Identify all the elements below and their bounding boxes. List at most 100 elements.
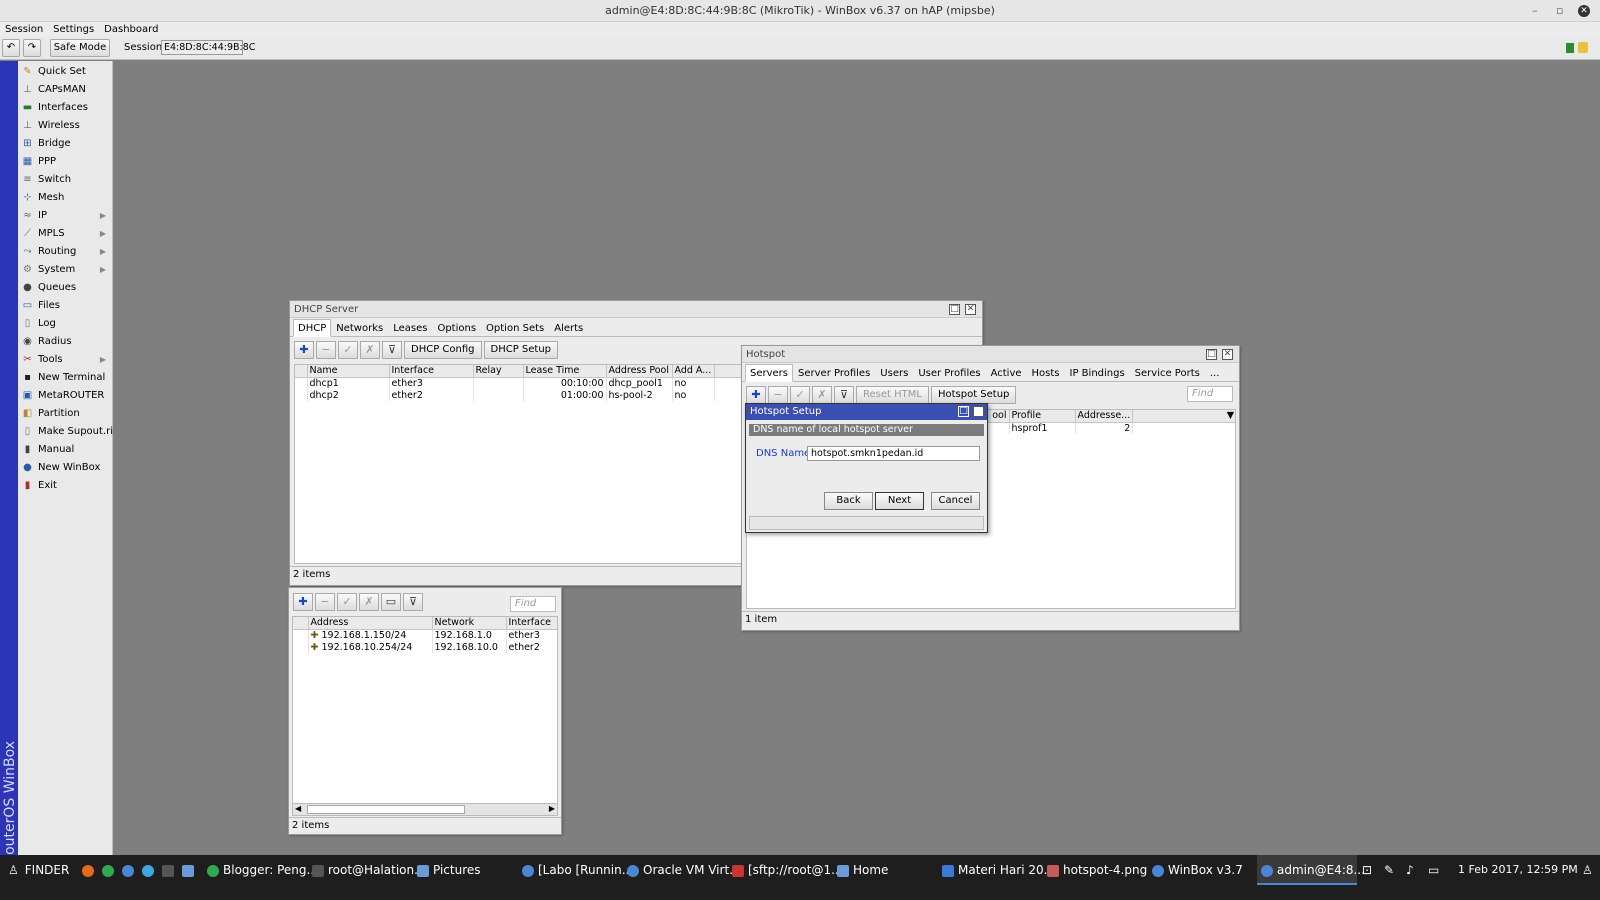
taskbar-item-labo[interactable]: [Labo [Runnin...: [522, 855, 633, 885]
sidebar-item-switch[interactable]: ≡ Switch: [18, 171, 112, 189]
sidebar-item-routing[interactable]: ⤳ Routing ▶: [18, 243, 112, 261]
terminal-icon[interactable]: [162, 855, 178, 885]
col-address[interactable]: Address: [308, 617, 433, 630]
volume-icon[interactable]: ♪: [1406, 855, 1414, 885]
add-button[interactable]: ✚: [746, 386, 766, 404]
clock[interactable]: 1 Feb 2017, 12:59 PM: [1458, 855, 1578, 885]
taskbar-item-virtualbox[interactable]: Oracle VM Virt...: [627, 855, 741, 885]
sidebar-item-log[interactable]: ▯ Log: [18, 315, 112, 333]
scrollbar-thumb[interactable]: [307, 805, 465, 814]
column-menu-icon[interactable]: ▼: [1227, 410, 1234, 421]
redo-button[interactable]: ↷: [23, 39, 41, 57]
sidebar-item-partition[interactable]: ◧ Partition: [18, 405, 112, 423]
remove-button[interactable]: −: [315, 593, 335, 611]
close-icon[interactable]: ✕: [973, 406, 984, 417]
screenshot-icon[interactable]: ⊡: [1362, 855, 1372, 885]
tab-alerts[interactable]: Alerts: [549, 319, 588, 337]
taskbar-item-winbox[interactable]: WinBox v3.7: [1152, 855, 1243, 885]
scroll-right-icon[interactable]: ▶: [549, 804, 555, 813]
close-icon[interactable]: ✕: [965, 304, 976, 315]
sidebar-item-radius[interactable]: ◉ Radius: [18, 333, 112, 351]
hotspot-setup-button[interactable]: Hotspot Setup: [930, 386, 1017, 404]
col-relay[interactable]: Relay: [473, 365, 524, 378]
sidebar-item-exit[interactable]: ▮ Exit: [18, 477, 112, 495]
sidebar-item-metarouter[interactable]: ▣ MetaROUTER: [18, 387, 112, 405]
enable-button[interactable]: ✓: [338, 341, 358, 359]
tab-networks[interactable]: Networks: [331, 319, 388, 337]
undo-button[interactable]: ↶: [2, 39, 20, 57]
sidebar-item-wireless[interactable]: ⊥ Wireless: [18, 117, 112, 135]
sidebar-item-capsman[interactable]: ⊥ CAPsMAN: [18, 81, 112, 99]
menu-settings[interactable]: Settings: [48, 22, 99, 37]
add-button[interactable]: ✚: [293, 593, 313, 611]
tab-user-profiles[interactable]: User Profiles: [913, 364, 985, 382]
tab-dhcp[interactable]: DHCP: [293, 319, 332, 337]
sidebar-item-ppp[interactable]: ▦ PPP: [18, 153, 112, 171]
tab-more[interactable]: ...: [1205, 364, 1225, 382]
sidebar-item-mpls[interactable]: ⟋ MPLS ▶: [18, 225, 112, 243]
taskbar-item-sftp[interactable]: [sftp://root@1...: [732, 855, 843, 885]
start-menu-button[interactable]: ♙ FINDER: [8, 855, 69, 885]
sidebar-item-manual[interactable]: ▮ Manual: [18, 441, 112, 459]
horizontal-scrollbar[interactable]: ◀ ▶: [293, 803, 557, 815]
folder-icon[interactable]: [182, 855, 198, 885]
maximize-icon[interactable]: □: [1206, 349, 1217, 360]
disable-button[interactable]: ✗: [359, 593, 379, 611]
taskbar-item-blogger[interactable]: Blogger: Peng...: [207, 855, 318, 885]
taskbar-item-home[interactable]: Home: [837, 855, 888, 885]
sidebar-item-make-supout[interactable]: ▯ Make Supout.rif: [18, 423, 117, 441]
disable-button[interactable]: ✗: [812, 386, 832, 404]
tab-hosts[interactable]: Hosts: [1027, 364, 1065, 382]
tab-option-sets[interactable]: Option Sets: [481, 319, 549, 337]
back-button[interactable]: Back: [824, 492, 873, 510]
taskbar-item-hotspot-png[interactable]: hotspot-4.png: [1047, 855, 1147, 885]
sidebar-item-bridge[interactable]: ⊞ Bridge: [18, 135, 112, 153]
taskbar-item-admin[interactable]: admin@E4:8...: [1257, 855, 1365, 885]
remove-button[interactable]: −: [316, 341, 336, 359]
minimize-icon[interactable]: –: [1532, 0, 1538, 22]
disable-button[interactable]: ✗: [360, 341, 380, 359]
dns-name-input[interactable]: hotspot.smkn1pedan.id: [807, 446, 980, 461]
filter-button[interactable]: ⊽: [403, 593, 423, 611]
firefox-icon[interactable]: [82, 855, 98, 885]
filter-button[interactable]: ⊽: [382, 341, 402, 359]
close-icon[interactable]: ✕: [1222, 349, 1233, 360]
sidebar-item-quick-set[interactable]: ✎ Quick Set: [18, 63, 112, 81]
close-icon[interactable]: ✕: [1578, 5, 1590, 17]
find-input[interactable]: Find: [1187, 386, 1233, 402]
sidebar-item-files[interactable]: ▭ Files: [18, 297, 112, 315]
enable-button[interactable]: ✓: [790, 386, 810, 404]
hotspot-window-title[interactable]: Hotspot □ ✕: [742, 346, 1239, 363]
taskbar-item-root-halation[interactable]: root@Halation...: [312, 855, 426, 885]
sidebar-item-mesh[interactable]: ⊹ Mesh: [18, 189, 112, 207]
chrome-icon[interactable]: [102, 855, 118, 885]
sidebar-item-new-terminal[interactable]: ▪ New Terminal: [18, 369, 112, 387]
table-row[interactable]: ✚ 192.168.10.254/24 192.168.10.0 ether2: [293, 641, 557, 653]
tab-service-ports[interactable]: Service Ports: [1130, 364, 1205, 382]
tab-servers[interactable]: Servers: [745, 364, 794, 382]
menu-dashboard[interactable]: Dashboard: [99, 22, 163, 37]
dhcp-config-button[interactable]: DHCP Config: [404, 341, 482, 359]
col-interface[interactable]: Interface: [389, 365, 474, 378]
battery-icon[interactable]: ▭: [1428, 855, 1439, 885]
session-field[interactable]: E4:8D:8C:44:9B:8C: [161, 40, 255, 55]
sidebar-item-ip[interactable]: ≈ IP ▶: [18, 207, 112, 225]
user-icon[interactable]: ♙: [1582, 855, 1593, 885]
safe-mode-button[interactable]: Safe Mode: [50, 39, 110, 57]
dhcp-window-title[interactable]: DHCP Server □ ✕: [290, 301, 982, 318]
find-input[interactable]: Find: [510, 596, 556, 612]
sidebar-item-system[interactable]: ⚙ System ▶: [18, 261, 112, 279]
tab-ip-bindings[interactable]: IP Bindings: [1065, 364, 1130, 382]
menu-session[interactable]: Session: [0, 22, 48, 37]
cancel-button[interactable]: Cancel: [931, 492, 980, 510]
tab-leases[interactable]: Leases: [388, 319, 432, 337]
col-name[interactable]: Name: [307, 365, 390, 378]
col-addresses[interactable]: Addresse...: [1075, 410, 1134, 423]
scroll-left-icon[interactable]: ◀: [295, 804, 301, 813]
pen-icon[interactable]: ✎: [1384, 855, 1394, 885]
comment-button[interactable]: ▭: [381, 593, 401, 611]
setup-dialog-title[interactable]: Hotspot Setup □ ✕: [746, 404, 987, 420]
enable-button[interactable]: ✓: [337, 593, 357, 611]
col-add-arp[interactable]: Add A...: [672, 365, 715, 378]
sidebar-item-queues[interactable]: ● Queues: [18, 279, 112, 297]
